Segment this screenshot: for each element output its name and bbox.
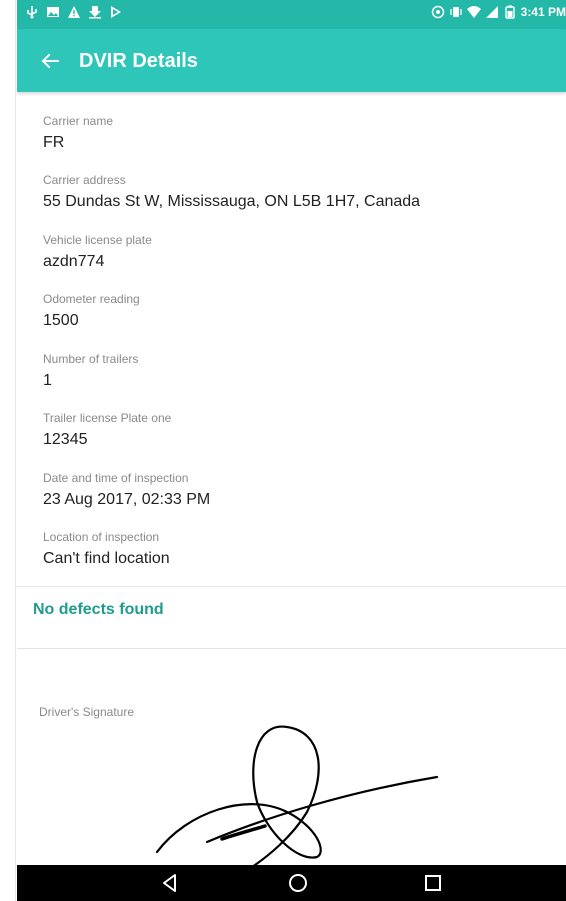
nav-back-icon [163, 874, 176, 892]
nav-home-button[interactable] [285, 871, 311, 895]
field-trailer-license-plate-one: Trailer license Plate one 12345 [43, 410, 171, 451]
field-date-time-of-inspection: Date and time of inspection 23 Aug 2017,… [43, 470, 210, 511]
arrow-back-icon [41, 53, 59, 69]
field-carrier-name: Carrier name FR [43, 113, 113, 154]
status-time: 3:41 PM [520, 5, 566, 19]
field-value: 12345 [43, 431, 88, 448]
nav-home-icon [289, 874, 307, 892]
nav-back-button[interactable] [157, 871, 183, 895]
field-label: Number of trailers [43, 352, 139, 366]
field-label: Odometer reading [43, 292, 140, 306]
field-label: Vehicle license plate [43, 233, 152, 247]
field-number-of-trailers: Number of trailers 1 [43, 351, 138, 392]
field-value: Can't find location [43, 550, 170, 567]
nav-recents-icon [425, 875, 441, 891]
field-value: 23 Aug 2017, 02:33 PM [43, 491, 211, 508]
field-carrier-address: Carrier address 55 Dundas St W, Mississa… [43, 172, 420, 213]
field-vehicle-license-plate: Vehicle license plate azdn774 [43, 232, 152, 273]
field-label: Carrier name [43, 114, 114, 128]
driver-signature-image [147, 722, 447, 865]
image-icon [46, 5, 60, 19]
android-nav-bar [17, 865, 566, 901]
field-value: FR [43, 134, 65, 151]
divider [17, 586, 566, 587]
usb-icon [25, 5, 39, 19]
defects-status: No defects found [33, 601, 164, 618]
field-value: 1500 [43, 312, 79, 329]
back-button[interactable] [35, 46, 65, 76]
signal-icon [485, 5, 499, 19]
field-value: azdn774 [43, 253, 105, 270]
field-label: Location of inspection [43, 530, 160, 544]
nav-recents-button[interactable] [420, 871, 446, 895]
battery-icon [503, 5, 517, 19]
screenshot-frame-edge [0, 0, 16, 901]
field-label: Trailer license Plate one [43, 411, 172, 425]
download-icon [88, 5, 102, 19]
play-store-icon [109, 5, 123, 19]
field-odometer-reading: Odometer reading 1500 [43, 291, 140, 332]
field-value: 1 [43, 372, 52, 389]
divider [17, 648, 566, 649]
warning-icon [67, 5, 81, 19]
field-value: 55 Dundas St W, Mississauga, ON L5B 1H7,… [43, 193, 421, 210]
field-label: Date and time of inspection [43, 471, 189, 485]
app-bar: DVIR Details [17, 29, 566, 92]
status-right-icons: 3:41 PM [431, 5, 566, 19]
field-location-of-inspection: Location of inspection Can't find locati… [43, 529, 170, 570]
vibrate-icon [449, 5, 463, 19]
status-left-icons [25, 5, 123, 19]
page: 3:41 PM DVIR Details Carrier name FR Car… [0, 0, 566, 901]
page-title: DVIR Details [79, 50, 198, 72]
signature-label: Driver's Signature [39, 705, 134, 719]
dvir-details-content[interactable]: Carrier name FR Carrier address 55 Dunda… [17, 92, 566, 865]
wifi-icon [466, 5, 481, 19]
status-bar: 3:41 PM [17, 0, 566, 29]
field-label: Carrier address [43, 173, 126, 187]
sync-icon [431, 5, 445, 19]
phone-screen: 3:41 PM DVIR Details Carrier name FR Car… [17, 0, 566, 901]
